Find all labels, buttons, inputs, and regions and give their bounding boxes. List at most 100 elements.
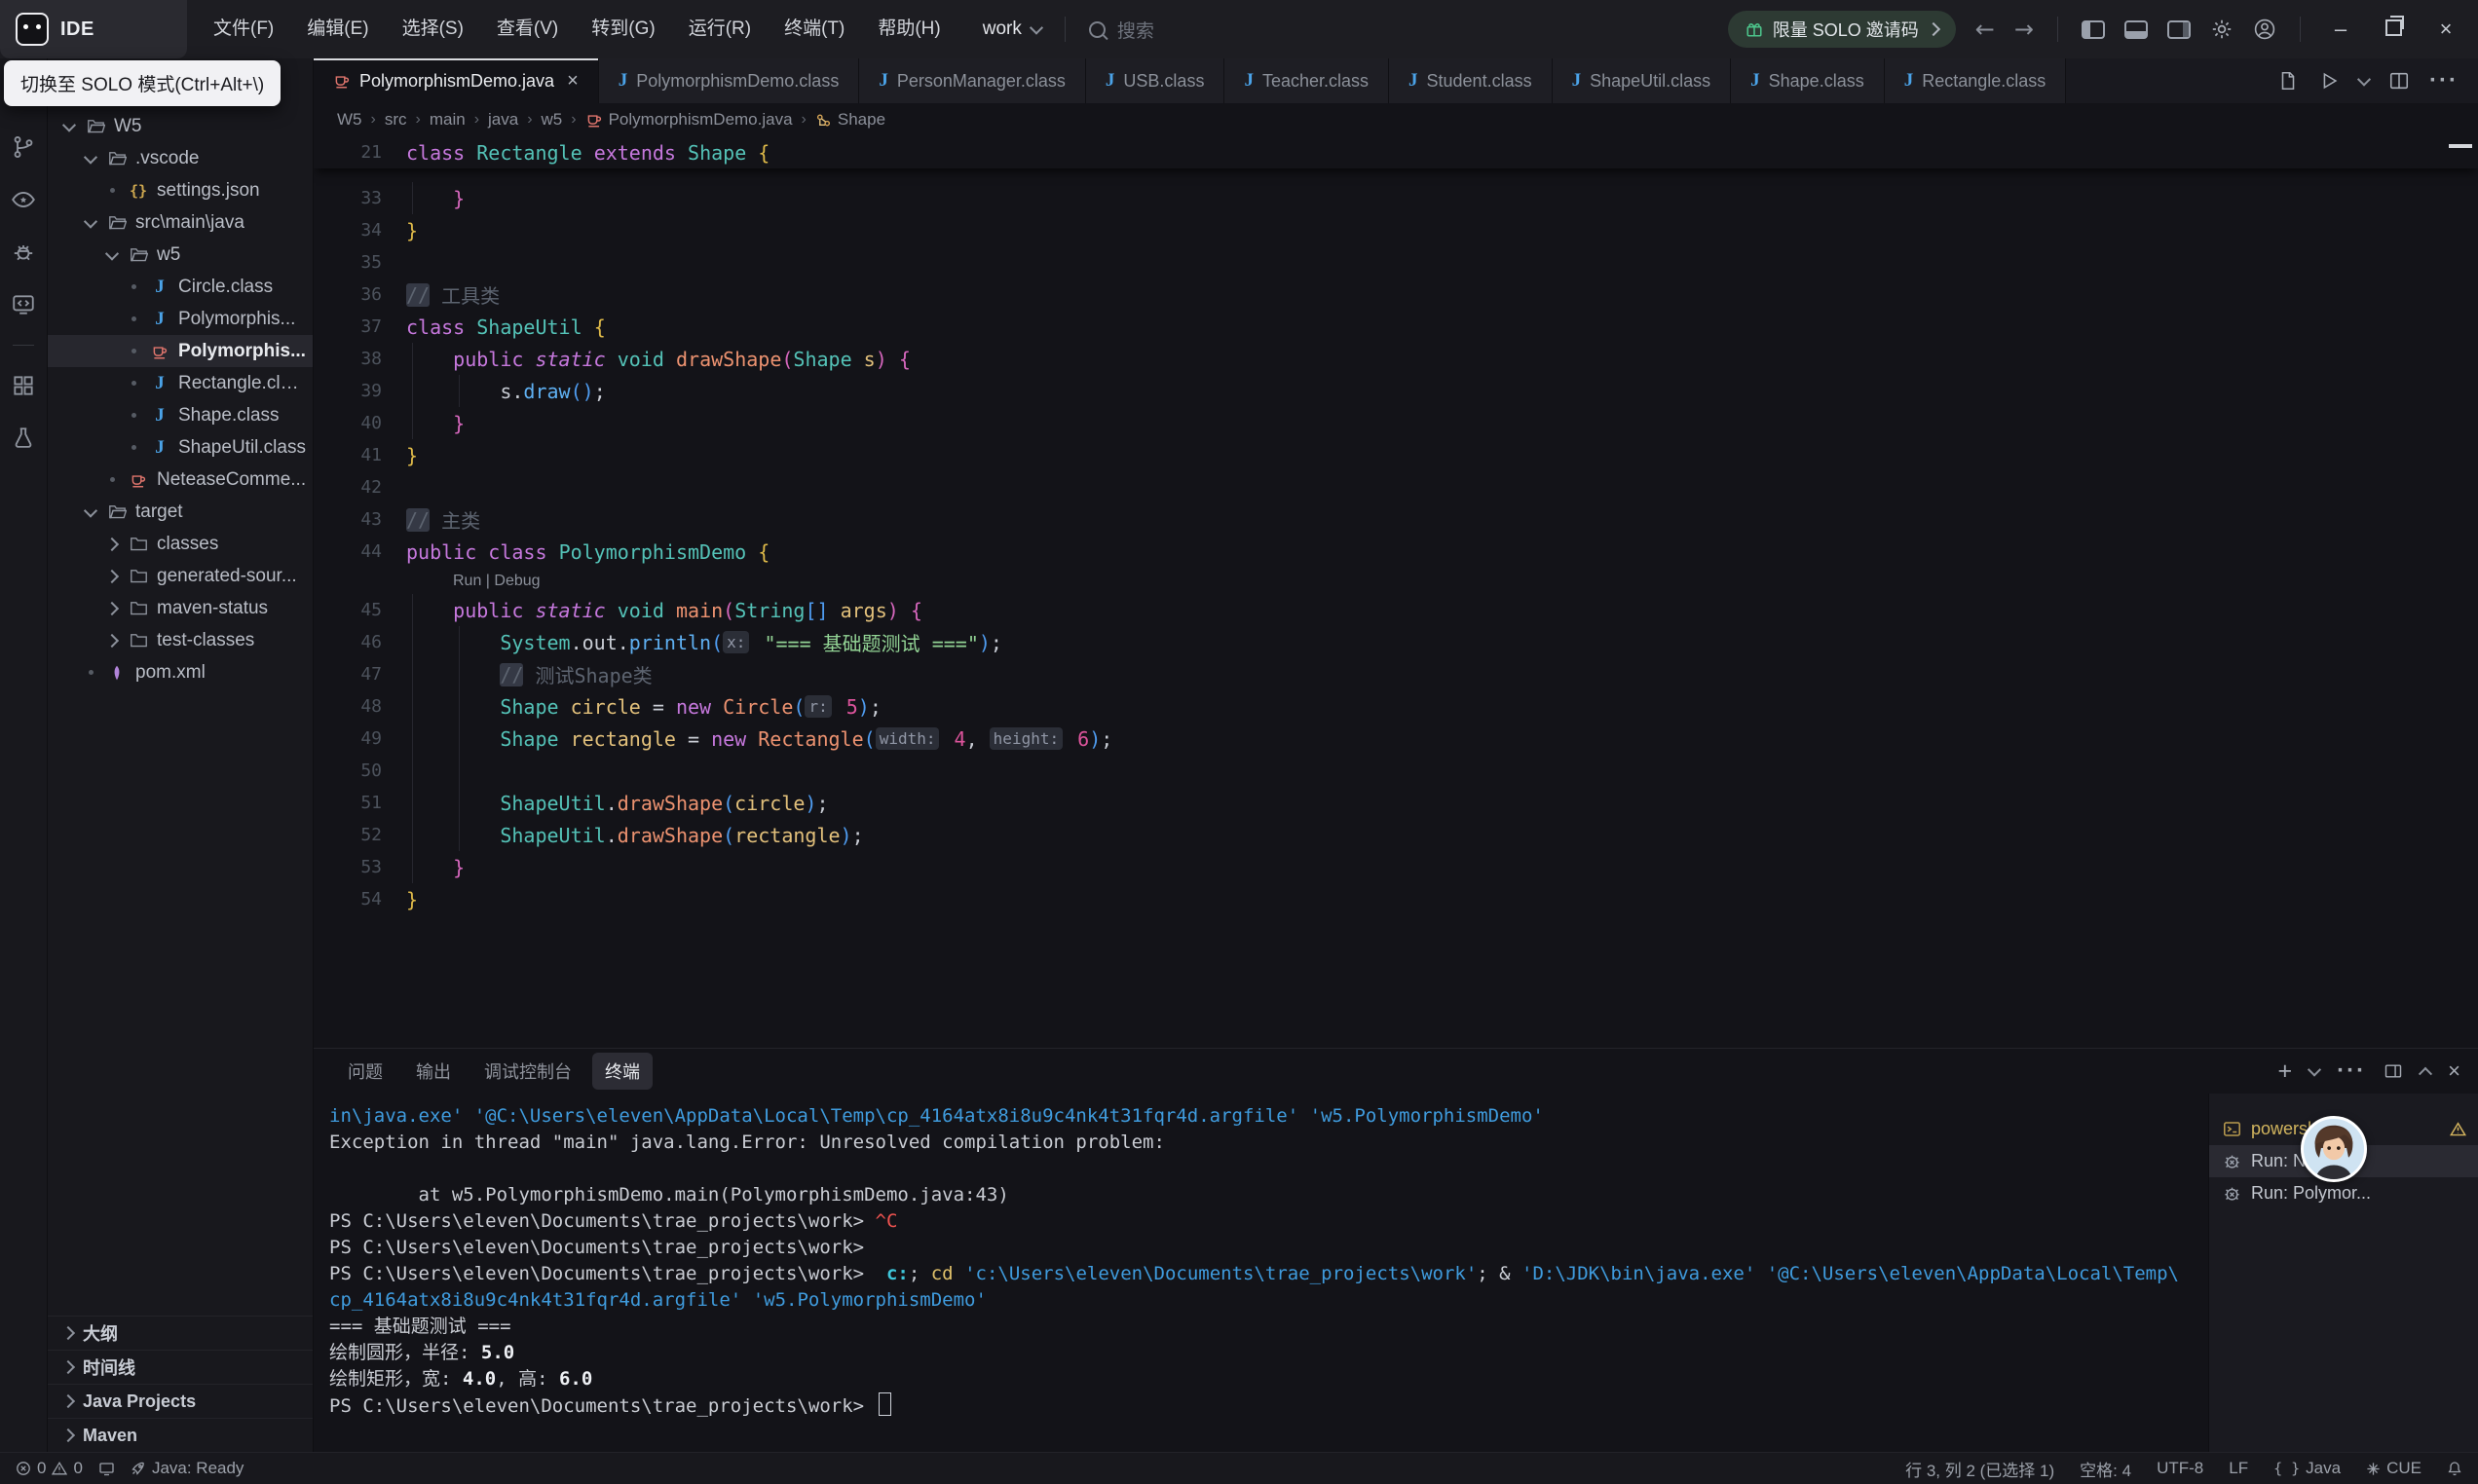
sidebar-section-大纲[interactable]: 大纲 (48, 1316, 313, 1350)
status-item[interactable]: LF (2229, 1459, 2248, 1478)
split-icon[interactable] (2388, 70, 2410, 92)
global-search[interactable]: 搜索 (1089, 17, 1154, 43)
status-item[interactable]: 行 3, 列 2 (已选择 1) (1905, 1457, 2054, 1481)
tree-item[interactable]: src\main\java (48, 206, 313, 239)
status-item[interactable]: 空格: 4 (2080, 1457, 2131, 1481)
debug-icon[interactable] (11, 240, 36, 265)
java-class-icon: J (1106, 70, 1115, 92)
extensions-icon[interactable] (11, 373, 36, 398)
status-item[interactable]: UTF-8 (2157, 1459, 2203, 1478)
code-editor[interactable]: 21class Rectangle extends Shape { 33 }34… (314, 136, 2478, 1048)
test-icon[interactable] (11, 426, 36, 451)
terminal-list-item[interactable]: Run: Polymor... (2209, 1177, 2478, 1209)
app-logo[interactable]: IDE (0, 0, 187, 58)
tree-item[interactable]: w5 (48, 239, 313, 271)
run-dropdown-icon[interactable] (2357, 73, 2371, 87)
breadcrumb-item[interactable]: src (385, 110, 407, 130)
breadcrumb-item[interactable]: java (488, 110, 518, 130)
sticky-scroll-line[interactable]: 21class Rectangle extends Shape { (314, 136, 2478, 168)
toggle-sidebar-icon[interactable] (2082, 20, 2105, 39)
remote-icon[interactable] (11, 292, 36, 317)
tree-item[interactable]: NeteaseComme... (48, 464, 313, 496)
sidebar-section-时间线[interactable]: 时间线 (48, 1350, 313, 1384)
back-button[interactable]: ← (1975, 16, 1995, 43)
menu-item[interactable]: 运行(R) (672, 0, 768, 58)
panel-tab[interactable]: 终端 (592, 1053, 653, 1090)
editor-tab[interactable]: JTeacher.class (1224, 58, 1389, 103)
tree-item[interactable]: Polymorphis... (48, 335, 313, 367)
menu-item[interactable]: 选择(S) (386, 0, 480, 58)
terminal-dropdown-icon[interactable] (2308, 1063, 2321, 1077)
toggle-secondary-sidebar-icon[interactable] (2167, 20, 2191, 39)
breadcrumb-item[interactable]: w5 (542, 110, 563, 130)
codelens-debug-link[interactable]: Debug (494, 573, 540, 590)
tree-item[interactable]: maven-status (48, 592, 313, 624)
toggle-panel-icon[interactable] (2124, 20, 2148, 39)
tree-item[interactable]: JShape.class (48, 399, 313, 431)
tree-item[interactable]: JCircle.class (48, 271, 313, 303)
codelens-run-link[interactable]: Run (453, 573, 481, 590)
problems-indicator[interactable]: 0 0 (16, 1459, 83, 1478)
sidebar-section-maven[interactable]: Maven (48, 1418, 313, 1452)
menu-item[interactable]: 查看(V) (480, 0, 575, 58)
restore-button[interactable] (2377, 17, 2410, 42)
menu-item[interactable]: 终端(T) (768, 0, 861, 58)
editor-tab[interactable]: JShape.class (1731, 58, 1885, 103)
tree-item[interactable]: W5 (48, 110, 313, 142)
tree-item[interactable]: generated-sour... (48, 560, 313, 592)
split-terminal-icon[interactable] (2384, 1061, 2403, 1081)
terminal-output[interactable]: in\java.exe' '@C:\Users\eleven\AppData\L… (314, 1094, 2208, 1452)
breadcrumb-symbol[interactable]: Shape (815, 110, 885, 130)
assistant-avatar[interactable] (2301, 1116, 2367, 1182)
new-file-icon[interactable] (2277, 70, 2299, 92)
remote-indicator[interactable] (98, 1461, 115, 1476)
menu-item[interactable]: 帮助(H) (861, 0, 957, 58)
gear-icon[interactable] (2210, 18, 2234, 41)
tree-item[interactable]: JShapeUtil.class (48, 431, 313, 464)
panel-tab[interactable]: 输出 (403, 1053, 464, 1090)
tree-item[interactable]: JPolymorphis... (48, 303, 313, 335)
status-item[interactable]: CUE (2366, 1459, 2422, 1478)
maximize-panel-icon[interactable] (2419, 1067, 2432, 1081)
tree-item[interactable]: .vscode (48, 142, 313, 174)
editor-tab[interactable]: JStudent.class (1389, 58, 1553, 103)
panel-tab[interactable]: 调试控制台 (471, 1053, 584, 1090)
close-panel-icon[interactable]: × (2448, 1058, 2460, 1084)
breadcrumb-file[interactable]: PolymorphismDemo.java (585, 110, 793, 130)
editor-tab[interactable]: JPersonManager.class (859, 58, 1086, 103)
solo-invite-button[interactable]: 限量 SOLO 邀请码 (1728, 11, 1956, 48)
sidebar-section-java-projects[interactable]: Java Projects (48, 1384, 313, 1418)
tree-item[interactable]: classes (48, 528, 313, 560)
menu-item[interactable]: 文件(F) (197, 0, 290, 58)
run-icon[interactable] (2318, 70, 2340, 92)
editor-tab[interactable]: PolymorphismDemo.java× (314, 58, 599, 103)
tree-item[interactable]: test-classes (48, 624, 313, 656)
editor-tab[interactable]: JUSB.class (1086, 58, 1225, 103)
tree-item[interactable]: JRectangle.class (48, 367, 313, 399)
forward-button[interactable]: → (2014, 16, 2034, 43)
panel-tab[interactable]: 问题 (335, 1053, 395, 1090)
status-item[interactable]: { }Java (2273, 1459, 2341, 1478)
editor-tab[interactable]: JShapeUtil.class (1553, 58, 1732, 103)
new-terminal-button[interactable]: + (2278, 1059, 2293, 1084)
editor-more-icon[interactable]: ··· (2429, 67, 2459, 94)
workspace-switcher[interactable]: work (983, 19, 1041, 40)
preview-icon[interactable] (11, 187, 36, 212)
status-item[interactable] (2447, 1461, 2462, 1476)
account-icon[interactable] (2253, 18, 2276, 41)
tree-item[interactable]: pom.xml (48, 656, 313, 688)
editor-tab[interactable]: JRectangle.class (1885, 58, 2067, 103)
close-button[interactable]: × (2429, 17, 2462, 42)
menu-item[interactable]: 转到(G) (575, 0, 671, 58)
minimize-button[interactable]: – (2324, 17, 2357, 42)
source-control-icon[interactable] (11, 134, 36, 160)
tree-item[interactable]: {}settings.json (48, 174, 313, 206)
editor-tab[interactable]: JPolymorphismDemo.class (599, 58, 860, 103)
breadcrumb-item[interactable]: W5 (337, 110, 362, 130)
tree-item[interactable]: target (48, 496, 313, 528)
close-icon[interactable]: × (567, 70, 579, 93)
breadcrumb-item[interactable]: main (430, 110, 466, 130)
menu-item[interactable]: 编辑(E) (290, 0, 385, 58)
panel-more-icon[interactable]: ··· (2337, 1057, 2366, 1085)
java-status[interactable]: Java: Ready (131, 1459, 244, 1478)
